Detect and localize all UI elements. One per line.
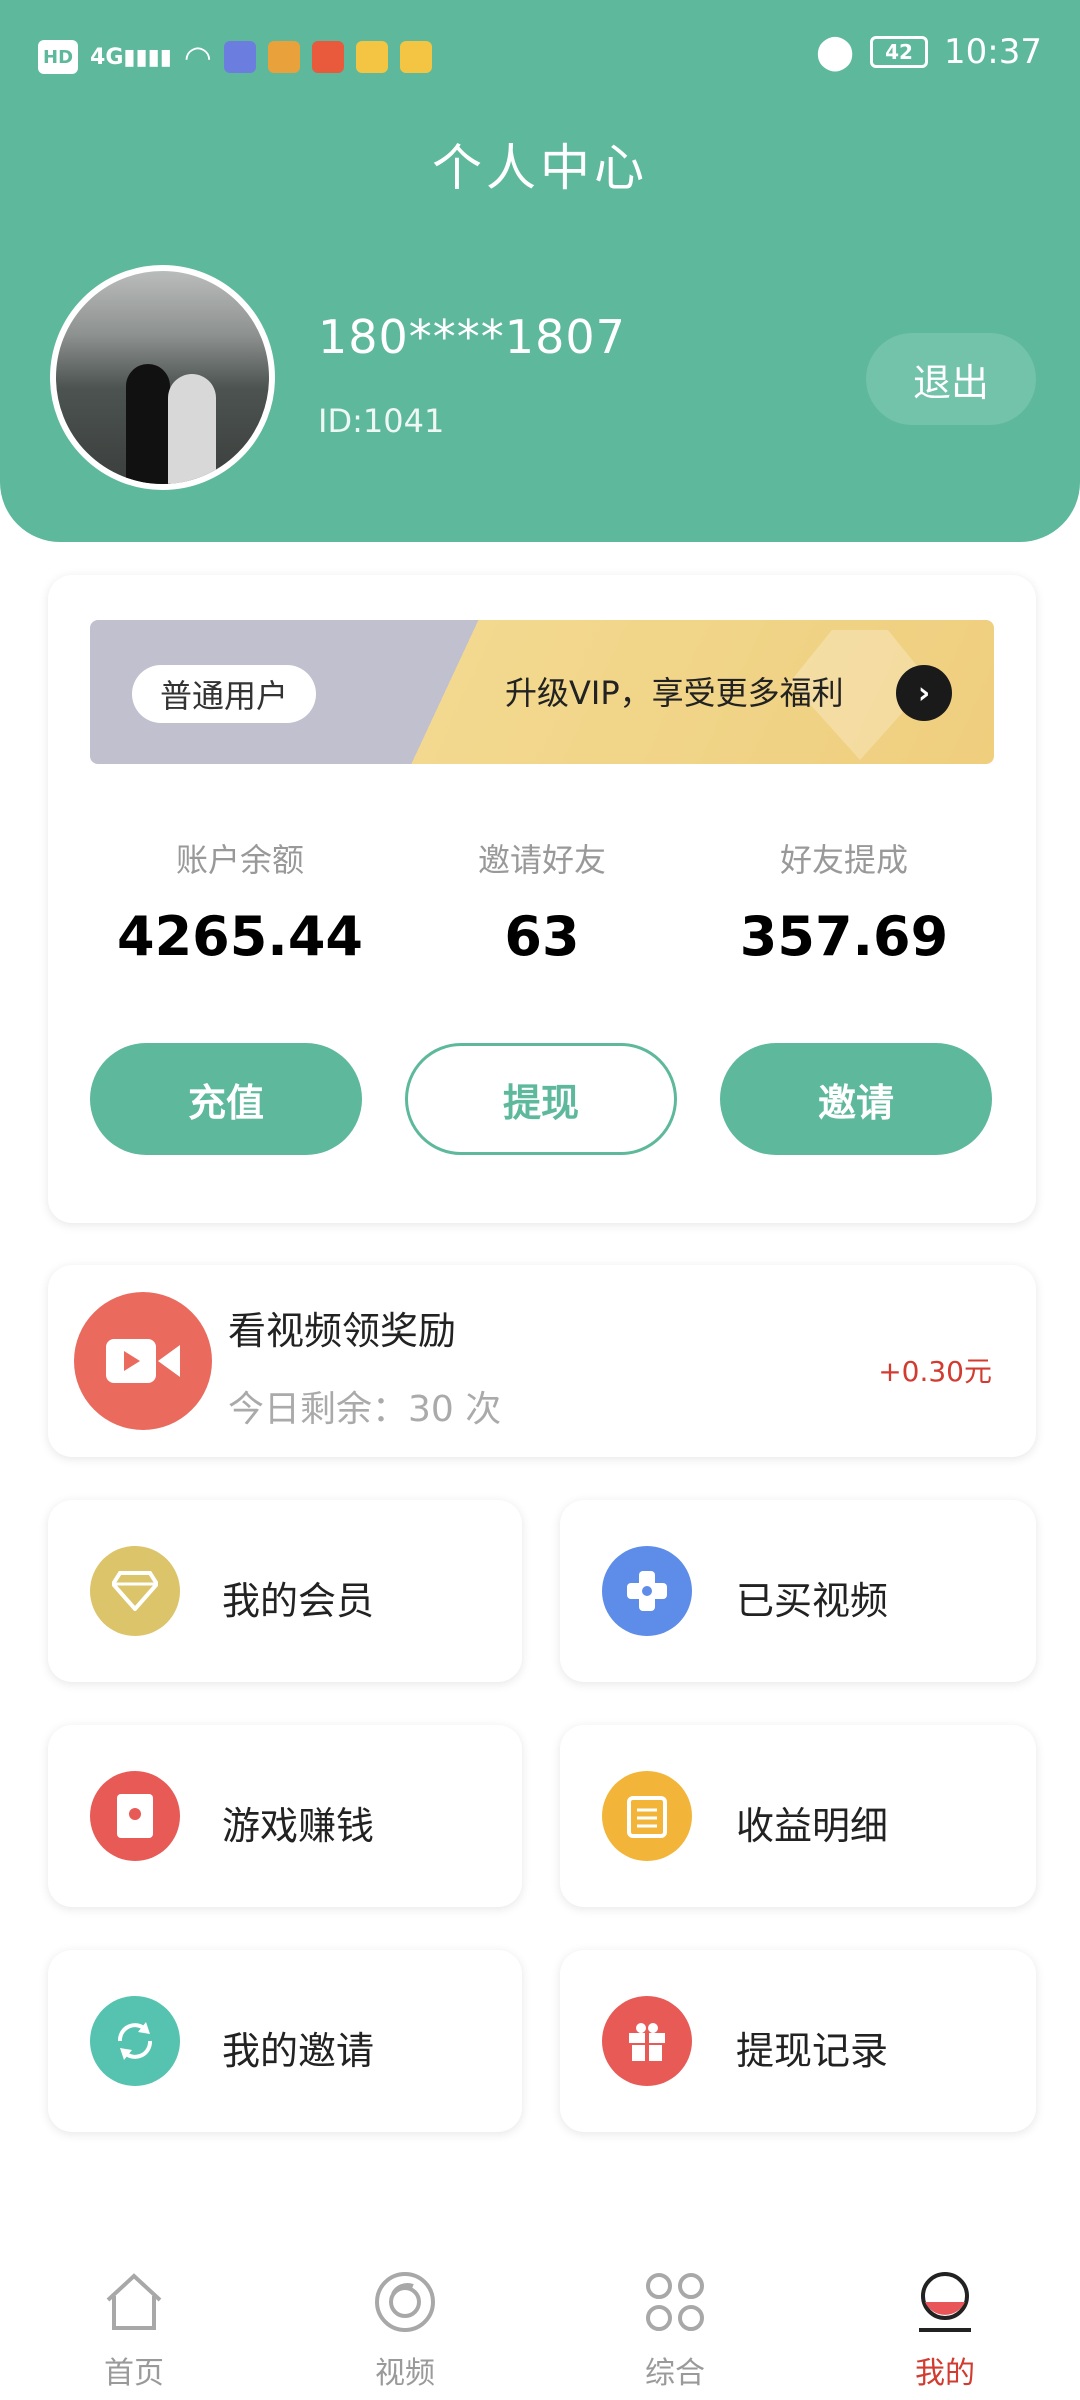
video-camera-icon <box>74 1292 212 1430</box>
app-notification-icon <box>311 41 344 73</box>
grid-icon <box>643 2270 707 2334</box>
withdraw-button[interactable]: 提现 <box>405 1043 677 1155</box>
weibo-icon <box>399 41 432 73</box>
stat-invited-friends: 邀请好友 63 <box>392 835 692 968</box>
gift-icon <box>602 1996 692 2086</box>
stat-commission: 好友提成 357.69 <box>694 835 994 968</box>
hd-icon: HD <box>38 40 79 74</box>
stat-label: 好友提成 <box>779 841 908 879</box>
music-app-icon <box>223 41 256 73</box>
avatar[interactable] <box>50 265 275 490</box>
menu-label: 提现记录 <box>736 2029 889 2073</box>
stat-label: 账户余额 <box>175 841 304 879</box>
video-ring-icon <box>373 2270 437 2334</box>
menu-label: 我的会员 <box>222 1579 375 1623</box>
battery-icon: 42 <box>870 36 929 68</box>
tab-label: 视频 <box>375 2356 435 2391</box>
video-reward-title: 看视频领奖励 <box>228 1309 457 1353</box>
stat-balance: 账户余额 4265.44 <box>90 835 390 968</box>
stat-value: 4265.44 <box>117 905 363 968</box>
stat-value: 357.69 <box>739 905 949 968</box>
wifi-icon: ◠ <box>183 38 212 76</box>
logout-button[interactable]: 退出 <box>866 333 1036 425</box>
clipboard-icon <box>602 1771 692 1861</box>
bottom-tab-bar: 首页 视频 综合 我的 <box>0 2240 1080 2400</box>
recharge-button[interactable]: 充值 <box>90 1043 362 1155</box>
gamepad-icon <box>602 1546 692 1636</box>
tab-label: 首页 <box>104 2356 164 2391</box>
clock: 10:37 <box>944 32 1042 72</box>
location-icon: ⬤ <box>815 32 855 72</box>
video-reward-amount: +0.30元 <box>878 1355 992 1388</box>
vip-upgrade-text: 升级VIP，享受更多福利 <box>505 674 844 712</box>
red-envelope-icon <box>90 1771 180 1861</box>
status-bar: HD 4G▮▮▮▮ ◠ ⬤ 42 10:37 <box>0 0 1080 115</box>
app-notification-icon <box>267 41 300 73</box>
user-level-badge: 普通用户 <box>132 665 317 723</box>
home-icon <box>102 2270 166 2334</box>
tab-general[interactable]: 综合 <box>600 2240 750 2400</box>
weibo-icon <box>355 41 388 73</box>
diamond-icon <box>90 1546 180 1636</box>
cellular-signal-icon: 4G▮▮▮▮ <box>90 44 172 70</box>
refresh-icon <box>90 1996 180 2086</box>
tab-label: 综合 <box>645 2356 705 2391</box>
user-id: ID:1041 <box>318 402 445 440</box>
stat-label: 邀请好友 <box>477 841 606 879</box>
menu-label: 游戏赚钱 <box>222 1804 375 1848</box>
stat-value: 63 <box>504 905 580 968</box>
page-title: 个人中心 <box>432 139 648 197</box>
user-phone: 180****1807 <box>318 310 626 364</box>
menu-label: 收益明细 <box>736 1804 889 1848</box>
menu-label: 我的邀请 <box>222 2029 375 2073</box>
tab-video[interactable]: 视频 <box>330 2240 480 2400</box>
invite-button[interactable]: 邀请 <box>720 1043 992 1155</box>
menu-label: 已买视频 <box>736 1579 889 1623</box>
tab-mine[interactable]: 我的 <box>870 2240 1020 2400</box>
tab-label: 我的 <box>915 2356 975 2391</box>
vip-upgrade-banner[interactable]: 普通用户 升级VIP，享受更多福利 › <box>90 620 994 764</box>
profile-icon <box>913 2270 977 2334</box>
chevron-right-icon[interactable]: › <box>896 665 952 721</box>
video-remaining-count: 今日剩余：30 次 <box>228 1389 502 1430</box>
tab-home[interactable]: 首页 <box>59 2240 209 2400</box>
